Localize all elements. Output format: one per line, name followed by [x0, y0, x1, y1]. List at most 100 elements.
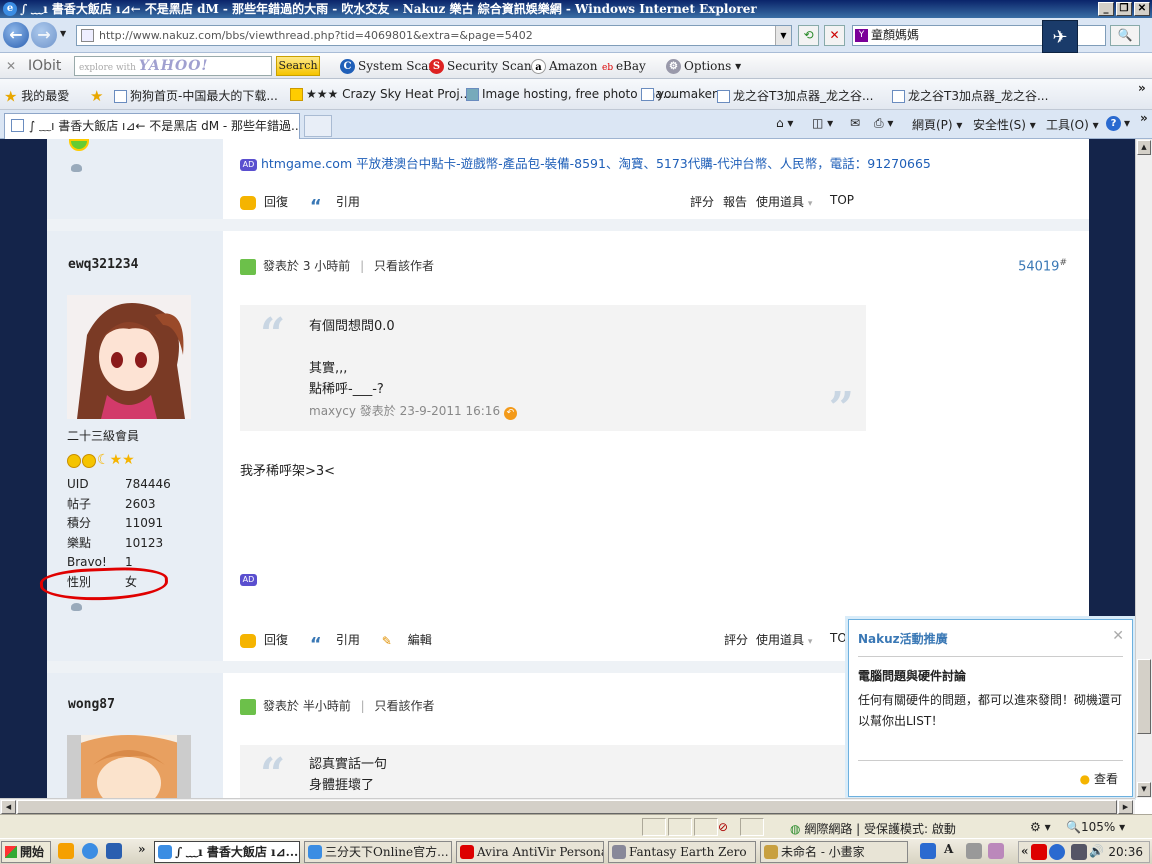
- quote-button[interactable]: “引用: [310, 633, 360, 655]
- report-link[interactable]: 報告: [723, 193, 747, 210]
- taskbar-item[interactable]: 三分天下Online官方...: [304, 841, 452, 863]
- add-favorite-icon[interactable]: ★: [90, 87, 103, 105]
- home-icon[interactable]: ⌂ ▾: [776, 116, 793, 130]
- new-tab-button[interactable]: [304, 115, 332, 137]
- ad-icon[interactable]: AD: [240, 572, 257, 586]
- favorite-link[interactable]: 狗狗首页-中国最大的下载...: [114, 87, 278, 104]
- desktop-icon[interactable]: [106, 843, 122, 859]
- favorite-link[interactable]: ★★★ Crazy Sky Heat Proj...: [290, 87, 471, 101]
- author-only-link[interactable]: 只看該作者: [375, 699, 435, 713]
- options-button[interactable]: ⚙ Options ▾: [666, 57, 741, 75]
- favorite-link[interactable]: youmaker: [641, 87, 717, 101]
- feeds-icon[interactable]: ◫ ▾: [812, 116, 833, 130]
- volume-icon[interactable]: 🔊: [1089, 844, 1104, 858]
- scroll-left-icon[interactable]: ◀: [1, 800, 16, 814]
- tray-expand-icon[interactable]: «: [1021, 844, 1029, 858]
- quicklaunch-icon[interactable]: [58, 843, 74, 859]
- top-link[interactable]: TOP: [830, 193, 854, 207]
- quote-text: 認真實話一句 身體捱壞了: [309, 757, 388, 793]
- tray-tool-icon[interactable]: [966, 843, 982, 859]
- rate-link[interactable]: 評分: [724, 631, 748, 648]
- language-bar-icon[interactable]: A: [944, 842, 953, 856]
- reply-icon: [240, 633, 256, 648]
- input-method-icon[interactable]: [920, 843, 936, 859]
- quicklaunch-overflow-icon[interactable]: »: [138, 842, 146, 856]
- close-button[interactable]: ✕: [1134, 2, 1150, 16]
- scroll-thumb[interactable]: [1137, 659, 1151, 734]
- taskbar-item[interactable]: 未命名 - 小畫家: [760, 841, 908, 863]
- post2-username[interactable]: wong87: [68, 697, 115, 712]
- scroll-right-icon[interactable]: ▶: [1118, 800, 1133, 814]
- scroll-down-icon[interactable]: ▼: [1137, 782, 1151, 797]
- security-scan-button[interactable]: S Security Scan: [429, 57, 532, 75]
- tools-menu[interactable]: 工具(O) ▾: [1046, 116, 1099, 133]
- favorites-bar: ★ 我的最愛 ★ 狗狗首页-中国最大的下载... ★★★ Crazy Sky H…: [0, 79, 1152, 110]
- post2-avatar[interactable]: [67, 735, 191, 798]
- safety-menu[interactable]: 安全性(S) ▾: [973, 116, 1036, 133]
- popup-view-link[interactable]: ● 查看: [1080, 770, 1118, 787]
- status-bar: ⊘ ◍ 網際網路 | 受保護模式: 啟動 ⚙ ▾ 🔍105% ▾: [0, 814, 1152, 838]
- paint-icon: [764, 845, 778, 859]
- popup-blocker-icon[interactable]: ⊘: [718, 820, 728, 834]
- taskbar-item[interactable]: Fantasy Earth Zero: [608, 841, 756, 863]
- reply-button[interactable]: 回復: [240, 195, 288, 210]
- use-tools-menu[interactable]: 使用道具 ▾: [756, 631, 812, 648]
- print-icon[interactable]: ⎙ ▾: [874, 116, 893, 131]
- yahoo-search-input[interactable]: explore with YAHOO! SEARCH: [74, 56, 272, 94]
- address-input[interactable]: http://www.nakuz.com/bbs/viewthread.php?…: [76, 25, 792, 46]
- back-button[interactable]: ←: [3, 22, 29, 48]
- protected-mode-icon[interactable]: ⚙ ▾: [1030, 820, 1051, 834]
- restore-button[interactable]: ❐: [1116, 2, 1132, 16]
- network-icon[interactable]: [1071, 844, 1087, 860]
- ie-quicklaunch-icon[interactable]: [82, 843, 98, 859]
- vertical-scrollbar[interactable]: ▲ ▼: [1135, 139, 1152, 798]
- close-icon[interactable]: ✕: [1112, 628, 1124, 644]
- favorites-overflow-icon[interactable]: »: [1138, 81, 1146, 95]
- ebay-button[interactable]: eb eBay: [602, 57, 646, 75]
- use-tools-menu[interactable]: 使用道具 ▾: [756, 193, 812, 210]
- stop-button[interactable]: ✕: [824, 25, 845, 46]
- quote-button[interactable]: “引用: [310, 195, 360, 217]
- tab-current[interactable]: ∫ ﹏ı 書香大飯店 ı⊿← 不是黑店 dM - 那些年錯過...: [4, 113, 300, 139]
- mail-icon[interactable]: ✉: [850, 116, 860, 130]
- address-dropdown-icon[interactable]: ▼: [775, 26, 791, 45]
- favorite-link[interactable]: 龙之谷T3加点器_龙之谷...: [892, 87, 1048, 104]
- commands-overflow-icon[interactable]: »: [1140, 111, 1148, 125]
- avira-tray-icon[interactable]: [1031, 844, 1047, 860]
- minimize-button[interactable]: _: [1098, 2, 1114, 16]
- tray-tool-icon[interactable]: [988, 843, 1004, 859]
- taskbar-item[interactable]: Avira AntiVir Personal ...: [456, 841, 604, 863]
- post1-floor[interactable]: 54019#: [1018, 258, 1067, 274]
- post1-quote: “ ” 有個問想問0.0 其實,,, 點稀呼-___-? maxycy 發表於 …: [240, 305, 866, 431]
- scroll-up-icon[interactable]: ▲: [1137, 140, 1151, 155]
- popup-subtitle[interactable]: 電腦問題與硬件討論: [858, 667, 966, 684]
- tray-app-icon[interactable]: [1049, 844, 1065, 860]
- refresh-button[interactable]: ⟲: [798, 25, 819, 46]
- favorites-button[interactable]: ★ 我的最愛: [4, 87, 69, 106]
- clock[interactable]: 20:36: [1108, 845, 1143, 859]
- system-scan-button[interactable]: C System Scan: [340, 57, 436, 75]
- toolbar-close-icon[interactable]: ✕: [6, 57, 16, 75]
- zoom-control[interactable]: 🔍105% ▾: [1066, 820, 1125, 834]
- quote-text: 有個問想問0.0 其實,,, 點稀呼-___-?: [309, 319, 395, 397]
- help-icon[interactable]: ? ▾: [1106, 116, 1130, 131]
- post1-avatar[interactable]: [67, 295, 191, 419]
- search-go-button[interactable]: 🔍: [1110, 25, 1140, 46]
- edit-button[interactable]: ✎ 編輯: [382, 633, 432, 648]
- favorite-link[interactable]: 龙之谷T3加点器_龙之谷...: [717, 87, 873, 104]
- reply-button[interactable]: 回復: [240, 633, 288, 648]
- horizontal-scrollbar[interactable]: ◀ ▶: [0, 798, 1135, 814]
- ad-link[interactable]: AD htmgame.com 平放港澳台中點卡-遊戲幣-產品包-裝備-8591、…: [240, 153, 931, 172]
- history-dropdown-icon[interactable]: ▼: [60, 29, 66, 38]
- rate-link[interactable]: 評分: [690, 193, 714, 210]
- forward-button[interactable]: →: [31, 22, 57, 48]
- amazon-button[interactable]: a Amazon: [531, 57, 597, 75]
- yahoo-search-button[interactable]: Search: [276, 56, 320, 76]
- author-only-link[interactable]: 只看該作者: [374, 259, 434, 273]
- taskbar-item[interactable]: ∫ ﹏ı 書香大飯店 ı⊿...: [154, 841, 300, 863]
- post1-username[interactable]: ewq321234: [68, 257, 138, 272]
- scroll-thumb[interactable]: [17, 800, 1117, 814]
- goto-post-icon[interactable]: ↶: [503, 407, 517, 420]
- start-button[interactable]: 開始: [1, 841, 51, 863]
- page-menu[interactable]: 網頁(P) ▾: [912, 116, 962, 133]
